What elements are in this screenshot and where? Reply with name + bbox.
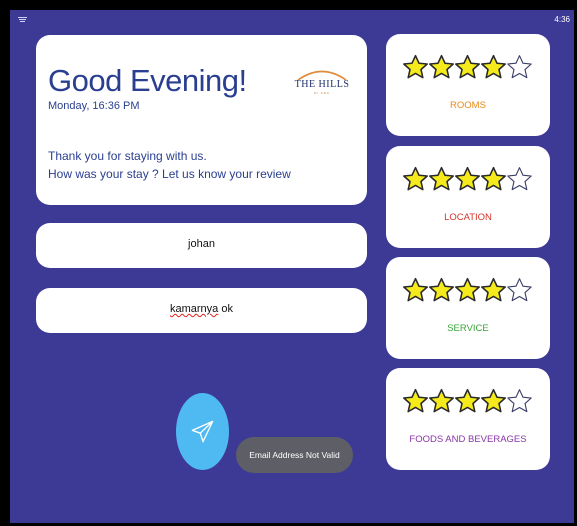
rating-label-foods-and-beverages: FOODS AND BEVERAGES <box>409 434 527 445</box>
comment-input-value[interactable]: kamarnya ok <box>36 303 367 315</box>
star-filled-icon[interactable] <box>480 277 507 304</box>
greeting-message: Thank you for staying with us. How was y… <box>48 147 291 183</box>
name-input-value[interactable]: johan <box>36 238 367 250</box>
star-filled-icon[interactable] <box>402 54 429 81</box>
app-screen: 4:36 Good Evening! Monday, 16:36 PM Than… <box>10 10 574 523</box>
star-filled-icon[interactable] <box>428 166 455 193</box>
star-filled-icon[interactable] <box>428 54 455 81</box>
star-empty-icon[interactable] <box>506 388 533 415</box>
star-filled-icon[interactable] <box>454 54 481 81</box>
star-filled-icon[interactable] <box>480 54 507 81</box>
star-empty-icon[interactable] <box>506 54 533 81</box>
greeting-message-line-1: Thank you for staying with us. <box>48 149 207 163</box>
star-filled-icon[interactable] <box>454 166 481 193</box>
rating-card-foods-and-beverages: FOODS AND BEVERAGES <box>386 368 550 470</box>
hamburger-icon <box>18 17 27 22</box>
rating-card-service: SERVICE <box>386 257 550 359</box>
star-filled-icon[interactable] <box>480 166 507 193</box>
star-filled-icon[interactable] <box>428 388 455 415</box>
star-filled-icon[interactable] <box>402 166 429 193</box>
paper-plane-icon <box>191 420 214 443</box>
greeting-card: Good Evening! Monday, 16:36 PM Thank you… <box>36 35 367 205</box>
star-filled-icon[interactable] <box>454 388 481 415</box>
rating-card-rooms: ROOMS <box>386 34 550 136</box>
rating-card-location: LOCATION <box>386 146 550 248</box>
logo-subtext: DI ARA <box>314 91 330 95</box>
logo-text: THE HILLS <box>294 79 350 90</box>
status-time: 4:36 <box>554 15 570 24</box>
star-empty-icon[interactable] <box>506 277 533 304</box>
comment-rest: ok <box>218 303 233 315</box>
greeting-title: Good Evening! <box>48 63 247 98</box>
rating-label-location: LOCATION <box>444 212 492 223</box>
greeting-message-line-2: How was your stay ? Let us know your rev… <box>48 167 291 181</box>
greeting-date: Monday, 16:36 PM <box>48 100 140 112</box>
rating-label-service: SERVICE <box>447 323 489 334</box>
star-filled-icon[interactable] <box>428 277 455 304</box>
misspelled-word: kamarnya <box>170 303 219 315</box>
star-empty-icon[interactable] <box>506 166 533 193</box>
name-field[interactable]: johan <box>36 223 367 268</box>
hotel-logo: THE HILLS DI ARA <box>290 67 354 97</box>
comment-field[interactable]: kamarnya ok <box>36 288 367 333</box>
star-filled-icon[interactable] <box>480 388 507 415</box>
star-filled-icon[interactable] <box>402 277 429 304</box>
star-filled-icon[interactable] <box>402 388 429 415</box>
error-toast: Email Address Not Valid <box>236 437 353 473</box>
star-filled-icon[interactable] <box>454 277 481 304</box>
rating-label-rooms: ROOMS <box>450 100 486 111</box>
send-button[interactable] <box>176 393 229 470</box>
